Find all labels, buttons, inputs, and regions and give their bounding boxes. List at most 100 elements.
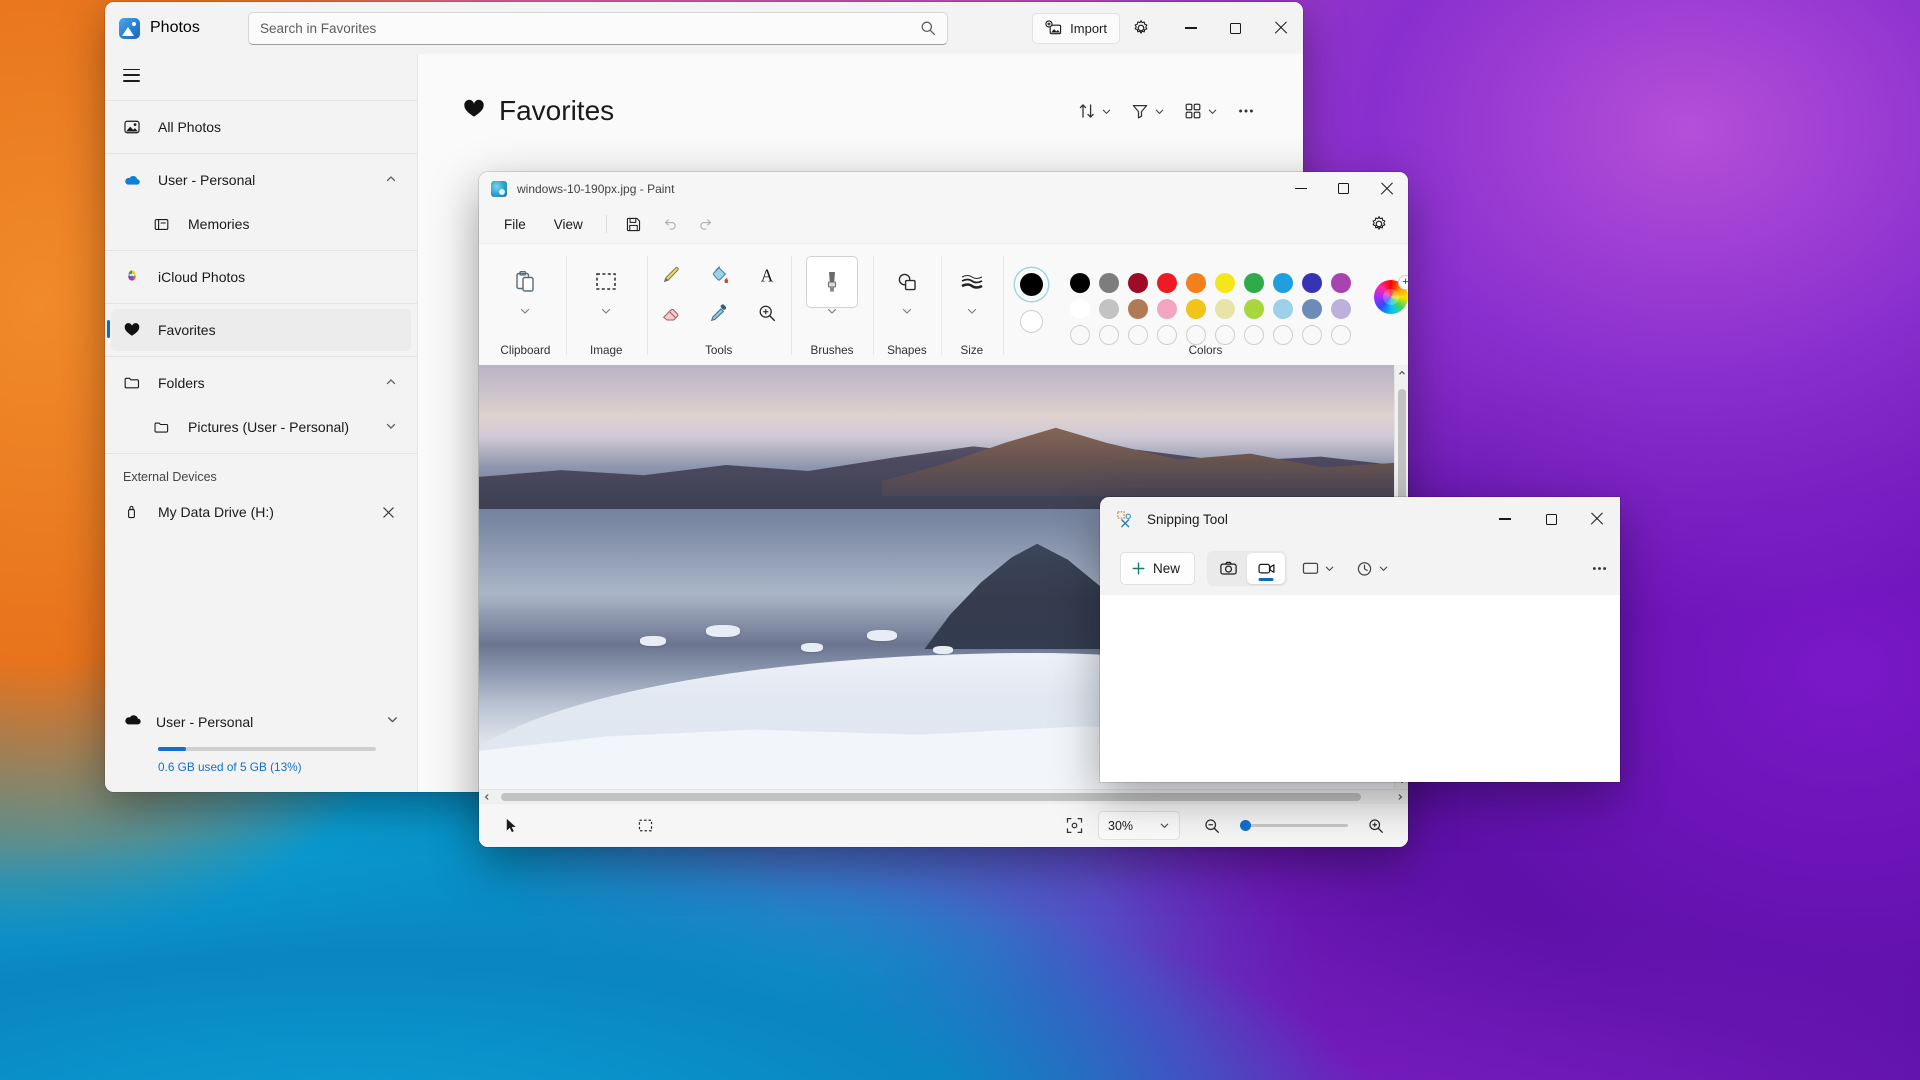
color-swatch[interactable]: [1186, 325, 1207, 345]
color-swatch[interactable]: [1244, 325, 1265, 345]
color-swatch[interactable]: [1070, 325, 1091, 345]
color-swatch[interactable]: [1186, 273, 1207, 293]
color-swatch[interactable]: [1273, 299, 1294, 319]
undo-button[interactable]: [653, 210, 687, 238]
color-swatch[interactable]: [1157, 325, 1178, 345]
save-button[interactable]: [617, 210, 651, 238]
settings-button[interactable]: [1124, 13, 1158, 44]
color-swatch[interactable]: [1331, 273, 1352, 293]
color-swatch[interactable]: [1302, 325, 1323, 345]
snip-shape-dropdown[interactable]: [1295, 553, 1341, 584]
color-swatch[interactable]: [1186, 299, 1207, 319]
select-button[interactable]: [580, 256, 632, 322]
video-record-mode-button[interactable]: [1247, 552, 1286, 584]
horizontal-scrollbar-thumb[interactable]: [501, 793, 1361, 801]
close-button[interactable]: [1365, 172, 1408, 205]
scroll-right-arrow[interactable]: [1392, 789, 1408, 805]
chevron-down-icon[interactable]: [385, 419, 397, 435]
color-swatch[interactable]: [1215, 273, 1236, 293]
snip-delay-dropdown[interactable]: [1349, 553, 1395, 584]
fit-to-window-button[interactable]: [1056, 811, 1092, 841]
color-swatch[interactable]: [1302, 273, 1323, 293]
color-swatch[interactable]: [1215, 299, 1236, 319]
color-swatch[interactable]: [1157, 273, 1178, 293]
shapes-button[interactable]: [881, 256, 933, 322]
view-layout-button[interactable]: [1176, 94, 1225, 128]
color-swatch[interactable]: [1157, 299, 1178, 319]
snipping-tool-more-button[interactable]: [1582, 553, 1616, 584]
size-button[interactable]: [946, 256, 998, 322]
zoom-slider[interactable]: [1240, 820, 1348, 831]
paint-settings-button[interactable]: [1362, 210, 1396, 238]
chevron-down-icon[interactable]: [600, 304, 612, 322]
color-wheel-icon[interactable]: +: [1373, 275, 1408, 314]
chevron-up-icon[interactable]: [385, 172, 397, 188]
more-options-button[interactable]: [1229, 94, 1263, 128]
sort-button[interactable]: [1070, 94, 1119, 128]
eject-device-button[interactable]: [375, 499, 401, 525]
maximize-button[interactable]: [1213, 2, 1258, 54]
fill-tool[interactable]: [695, 256, 743, 294]
brushes-button[interactable]: [805, 256, 858, 322]
color-swatch[interactable]: [1273, 325, 1294, 345]
maximize-button[interactable]: [1322, 172, 1365, 205]
screenshot-mode-button[interactable]: [1209, 553, 1247, 584]
sidebar-item-favorites[interactable]: Favorites: [107, 309, 411, 351]
zoom-out-button[interactable]: [1194, 811, 1230, 841]
color-swatch[interactable]: [1215, 325, 1236, 345]
color-swatch[interactable]: [1128, 299, 1149, 319]
sidebar-item-icloud-photos[interactable]: iCloud Photos: [111, 256, 411, 298]
zoom-level-dropdown[interactable]: 30%: [1098, 811, 1180, 840]
chevron-down-icon[interactable]: [519, 304, 531, 322]
scroll-left-arrow[interactable]: [479, 789, 495, 805]
color-swatch[interactable]: [1273, 273, 1294, 293]
color-picker-tool[interactable]: [695, 294, 743, 332]
color-swatch[interactable]: [1244, 299, 1265, 319]
chevron-down-icon[interactable]: [826, 304, 838, 322]
clipboard-button[interactable]: [499, 256, 551, 322]
sidebar-item-folders[interactable]: Folders: [111, 362, 411, 404]
color-swatch[interactable]: [1070, 299, 1091, 319]
sidebar-item-memories[interactable]: Memories: [111, 203, 411, 245]
search-input[interactable]: [260, 20, 920, 36]
color-swatch[interactable]: [1128, 273, 1149, 293]
secondary-color-swatch[interactable]: [1017, 307, 1046, 336]
primary-color-swatch[interactable]: [1017, 270, 1046, 299]
color-swatch[interactable]: [1302, 299, 1323, 319]
zoom-slider-knob[interactable]: [1240, 820, 1251, 831]
chevron-down-icon[interactable]: [901, 304, 913, 322]
snipping-tool-preview-area[interactable]: [1100, 595, 1620, 782]
color-swatch[interactable]: [1099, 325, 1120, 345]
color-swatch[interactable]: [1099, 273, 1120, 293]
minimize-button[interactable]: [1279, 172, 1322, 205]
storage-account-row[interactable]: User - Personal: [123, 705, 399, 739]
minimize-button[interactable]: [1482, 497, 1528, 541]
sidebar-item-pictures[interactable]: Pictures (User - Personal): [111, 406, 411, 448]
horizontal-scrollbar[interactable]: [479, 789, 1408, 803]
filter-button[interactable]: [1123, 94, 1172, 128]
sidebar-item-all-photos[interactable]: All Photos: [111, 106, 411, 148]
sidebar-item-my-data-drive[interactable]: My Data Drive (H:): [111, 491, 411, 533]
scroll-up-arrow[interactable]: [1398, 365, 1406, 381]
new-snip-button[interactable]: New: [1120, 551, 1196, 585]
color-swatch[interactable]: [1128, 325, 1149, 345]
maximize-button[interactable]: [1528, 497, 1574, 541]
color-swatch[interactable]: [1331, 325, 1352, 345]
sidebar-item-user-personal[interactable]: User - Personal: [111, 159, 411, 201]
zoom-in-button[interactable]: [1358, 811, 1394, 841]
text-tool[interactable]: A: [743, 256, 791, 294]
file-menu[interactable]: File: [491, 210, 539, 238]
color-swatch[interactable]: [1099, 299, 1120, 319]
import-button[interactable]: Import: [1032, 12, 1120, 44]
close-button[interactable]: [1258, 2, 1303, 54]
view-menu[interactable]: View: [541, 210, 596, 238]
color-swatch[interactable]: [1244, 273, 1265, 293]
chevron-down-icon[interactable]: [966, 304, 978, 322]
chevron-up-icon[interactable]: [385, 375, 397, 391]
hamburger-menu-icon[interactable]: [123, 68, 140, 82]
close-button[interactable]: [1574, 497, 1620, 541]
search-box[interactable]: [248, 11, 948, 45]
chevron-down-icon[interactable]: [386, 713, 399, 731]
eraser-tool[interactable]: [647, 294, 695, 332]
color-palette[interactable]: [1066, 270, 1356, 348]
